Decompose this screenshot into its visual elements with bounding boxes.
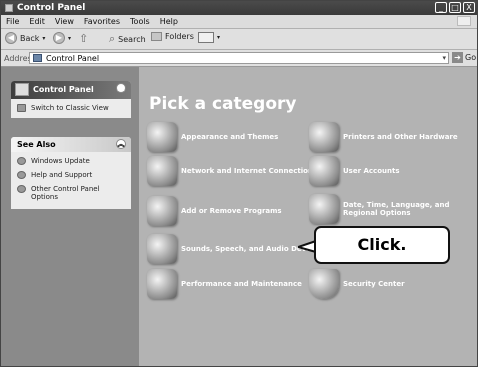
category-security-center[interactable]: Security Center [309, 269, 405, 299]
control-panel-task-pane: Control Panel ︽ Switch to Classic View [11, 81, 131, 118]
see-also-pane-title: See Also [17, 140, 56, 149]
menu-bar: File Edit View Favorites Tools Help [1, 15, 477, 29]
views-icon [198, 32, 214, 43]
menu-favorites[interactable]: Favorites [79, 15, 125, 28]
switch-to-classic-view-label: Switch to Classic View [31, 104, 109, 112]
windows-logo-icon [457, 16, 471, 26]
views-dropdown-icon: ▾ [217, 34, 221, 41]
views-button[interactable]: ▾ [198, 32, 220, 43]
control-panel-icon [15, 83, 29, 96]
options-icon [17, 185, 26, 193]
category-label: Appearance and Themes [181, 133, 279, 141]
see-also-task-pane: See Also ︽ Windows Update Help and Suppo… [11, 137, 131, 209]
close-button[interactable]: X [463, 2, 475, 13]
window-title: Control Panel [17, 3, 86, 13]
folders-button[interactable]: Folders [151, 32, 194, 41]
category-appearance-and-themes[interactable]: Appearance and Themes [147, 122, 278, 152]
back-arrow-icon: ◀ [5, 32, 17, 44]
forward-dropdown-icon: ▾ [68, 34, 72, 42]
category-label: User Accounts [343, 167, 400, 175]
other-control-panel-options-label: Other Control Panel Options [31, 185, 100, 201]
search-label: Search [118, 34, 146, 44]
category-performance-and-maintenance[interactable]: Performance and Maintenance [147, 269, 302, 299]
address-bar: Address Control Panel ▾ ➔ Go [1, 50, 477, 67]
search-button[interactable]: ⌕ Search [109, 32, 146, 46]
date-time-globe-icon [309, 194, 339, 224]
up-folder-button[interactable]: ⇧ [79, 32, 88, 45]
address-field[interactable]: Control Panel ▾ [29, 52, 449, 64]
category-sounds-speech-audio-devices[interactable]: Sounds, Speech, and Audio Devices [147, 234, 322, 264]
windows-update-link[interactable]: Windows Update [11, 152, 131, 168]
control-panel-folder-icon [33, 54, 42, 62]
collapse-chevron-icon[interactable]: ︽ [116, 83, 126, 93]
category-date-time-language-regional[interactable]: Date, Time, Language, and Regional Optio… [309, 194, 469, 224]
sounds-audio-icon [147, 234, 177, 264]
go-button[interactable]: ➔ Go [452, 52, 476, 63]
go-label: Go [465, 53, 477, 62]
sidebar: Control Panel ︽ Switch to Classic View S… [1, 67, 139, 366]
other-control-panel-options-link[interactable]: Other Control Panel Options [11, 182, 131, 209]
security-shield-icon [309, 269, 339, 299]
back-button[interactable]: ◀ Back ▾ [5, 32, 45, 44]
category-user-accounts[interactable]: User Accounts [309, 156, 400, 186]
help-and-support-label: Help and Support [31, 171, 93, 179]
window-controls: _ □ X [435, 2, 475, 13]
back-dropdown-icon: ▾ [42, 34, 46, 42]
windows-update-icon [17, 157, 26, 165]
control-panel-icon [5, 4, 13, 12]
control-panel-window: Control Panel _ □ X File Edit View Favorite… [0, 0, 478, 367]
forward-button[interactable]: ▶ ▾ [53, 32, 71, 44]
up-folder-icon: ⇧ [79, 32, 89, 45]
help-icon [17, 171, 26, 179]
back-label: Back [20, 33, 40, 43]
help-and-support-link[interactable]: Help and Support [11, 168, 131, 182]
category-label: Network and Internet Connections [181, 167, 318, 175]
user-accounts-icon [309, 156, 339, 186]
maximize-button[interactable]: □ [449, 2, 461, 13]
printer-icon [309, 122, 339, 152]
minimize-button[interactable]: _ [435, 2, 447, 13]
see-also-pane-header[interactable]: See Also ︽ [11, 137, 131, 152]
address-dropdown-icon[interactable]: ▾ [442, 53, 446, 64]
add-remove-programs-icon [147, 196, 177, 226]
go-arrow-icon: ➔ [452, 52, 463, 63]
folders-label: Folders [165, 32, 194, 41]
menu-view[interactable]: View [50, 15, 79, 28]
menu-help[interactable]: Help [155, 15, 183, 28]
control-panel-pane-header[interactable]: Control Panel ︽ [11, 81, 131, 99]
page-title: Pick a category [149, 94, 297, 114]
category-label: Date, Time, Language, and Regional Optio… [343, 201, 450, 217]
menu-file[interactable]: File [1, 15, 24, 28]
toolbar: ◀ Back ▾ ▶ ▾ ⇧ ⌕ Search Folders ▾ [1, 29, 477, 50]
menu-tools[interactable]: Tools [125, 15, 155, 28]
folders-icon [151, 32, 162, 41]
windows-update-label: Windows Update [31, 157, 90, 165]
performance-icon [147, 269, 177, 299]
category-printers-and-other-hardware[interactable]: Printers and Other Hardware [309, 122, 458, 152]
control-panel-pane-title: Control Panel [33, 85, 94, 94]
category-network-and-internet-connections[interactable]: Network and Internet Connections [147, 156, 317, 186]
category-view: Pick a category Appearance and Themes Pr… [139, 67, 477, 366]
category-label: Performance and Maintenance [181, 280, 302, 288]
network-globe-icon [147, 156, 177, 186]
category-label: Printers and Other Hardware [343, 133, 458, 141]
switch-to-classic-view-link[interactable]: Switch to Classic View [11, 99, 131, 118]
category-label: Add or Remove Programs [181, 207, 282, 215]
category-add-or-remove-programs[interactable]: Add or Remove Programs [147, 196, 282, 226]
category-label: Security Center [343, 280, 405, 288]
title-bar: Control Panel _ □ X [1, 1, 477, 15]
menu-edit[interactable]: Edit [24, 15, 50, 28]
collapse-chevron-icon[interactable]: ︽ [116, 139, 126, 149]
appearance-themes-icon [147, 122, 177, 152]
address-value: Control Panel [46, 54, 100, 63]
classic-view-icon [17, 104, 26, 112]
click-callout: Click. [314, 226, 450, 264]
forward-arrow-icon: ▶ [53, 32, 65, 44]
search-icon: ⌕ [109, 32, 116, 45]
